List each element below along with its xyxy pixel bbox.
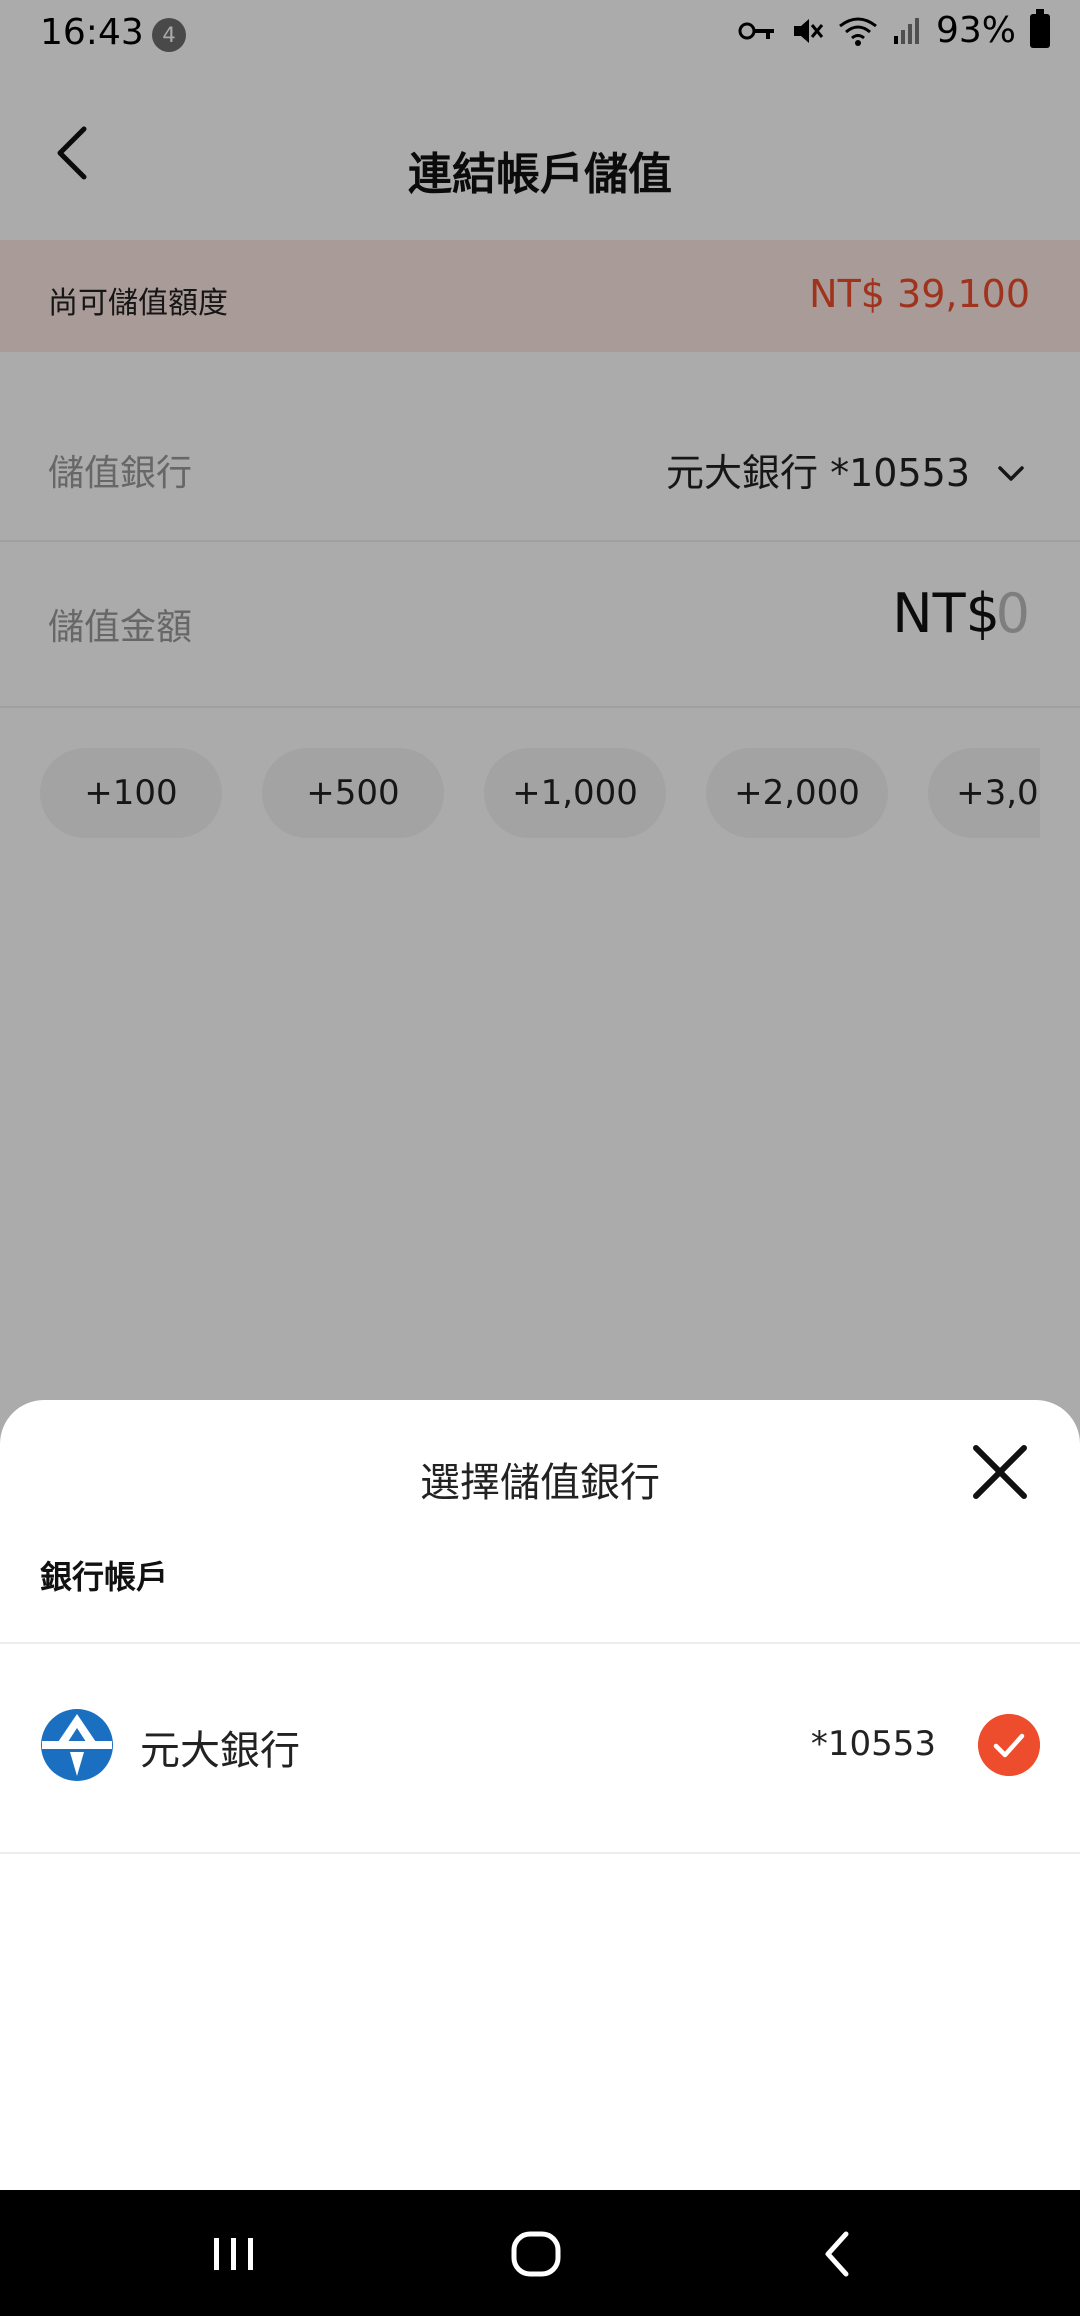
check-circle-icon: [978, 1714, 1040, 1776]
bank-name: 元大銀行: [140, 1728, 300, 1774]
close-button[interactable]: [968, 1440, 1032, 1504]
divider: [0, 1852, 1080, 1854]
section-label: 銀行帳戶: [40, 1558, 169, 1596]
recent-apps-icon[interactable]: [204, 2226, 264, 2282]
close-icon: [973, 1445, 1027, 1499]
account-number: *10553: [810, 1724, 936, 1764]
sheet-title: 選擇儲值銀行: [420, 1460, 660, 1506]
system-nav-bar: [0, 2190, 1080, 2316]
bank-account-option[interactable]: 元大銀行 *10553: [0, 1644, 1080, 1852]
bank-select-sheet: 選擇儲值銀行 銀行帳戶 元大銀行 *10553: [0, 1400, 1080, 2190]
back-nav-icon[interactable]: [808, 2226, 868, 2282]
yuanta-bank-logo-icon: [41, 1709, 113, 1781]
home-icon[interactable]: [506, 2226, 566, 2282]
